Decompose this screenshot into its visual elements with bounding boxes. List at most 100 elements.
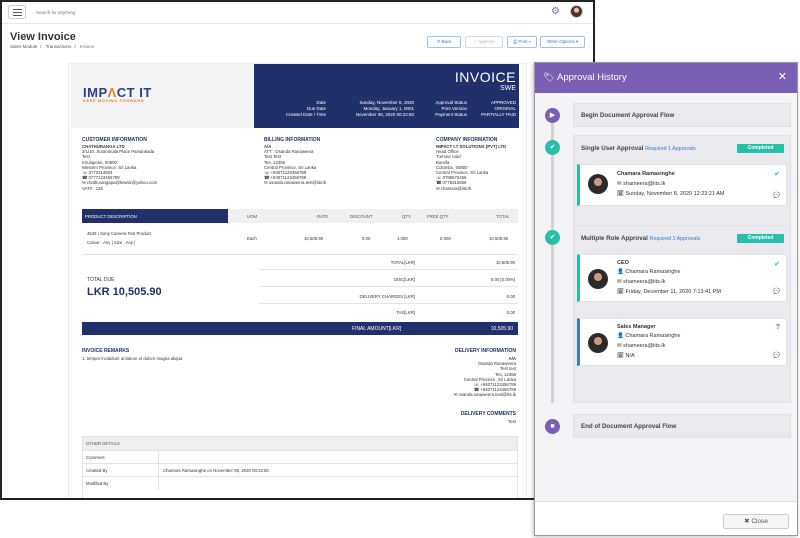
- invoice-remarks-text: 1. tempor incididunt ut labore et dolore…: [82, 356, 183, 361]
- delivery-comments-text: Test: [508, 419, 516, 424]
- delivery-comments-heading: DELIVERY COMMENTS: [460, 411, 516, 417]
- approver-card: Chamara Ramasinghe ✉ shameera@iits.lk 🗓 …: [577, 164, 787, 206]
- item-rate: 10,505.90: [304, 236, 324, 241]
- divider: [259, 303, 518, 304]
- check-icon: ✔: [545, 140, 560, 155]
- back-button[interactable]: ⟲ Back: [427, 36, 461, 48]
- close-icon[interactable]: ✕: [778, 70, 787, 83]
- final-amount-label: FINAL AMOUNT[LKR]: [352, 326, 402, 332]
- approval-timeline: ▶ Begin Document Approval Flow ✔ Single …: [535, 93, 797, 501]
- logo-tagline: KEEP MOVING FORWARD: [83, 98, 145, 103]
- breadcrumb-item: Invoice: [79, 44, 95, 49]
- header-values: Sunday, November 8, 2020 Monday, January …: [355, 100, 414, 117]
- approver-email: ✉ shameera@iits.lk: [617, 279, 666, 285]
- billing-heading: BILLING INFORMATION: [264, 137, 321, 143]
- approved-check-icon: ✔: [774, 261, 780, 268]
- avatar: [588, 333, 608, 353]
- menu-icon[interactable]: [8, 5, 26, 19]
- approver-role: CEO: [617, 260, 629, 266]
- approver-card: CEO 👤 Chamara Ramasinghe ✉ shameera@iits…: [577, 254, 787, 302]
- status-badge: Completed: [737, 234, 784, 243]
- comment-icon[interactable]: 💬: [773, 288, 780, 295]
- breadcrumb-item[interactable]: Sales Module: [10, 44, 37, 49]
- step-label: End of Document Approval Flow: [581, 423, 677, 430]
- panel-header: 🏷 Approval History ✕: [535, 63, 797, 93]
- col-product-description: PRODUCT DESCRIPTION: [82, 209, 228, 223]
- approver-email: ✉ shameera@iits.lk: [617, 181, 666, 187]
- avatar: [588, 174, 608, 194]
- approver-name: 👤 Chamara Ramasinghe: [617, 333, 681, 339]
- table-row: Created By Chamara Ramasinghe on November…: [83, 463, 517, 477]
- invoice-remarks-heading: INVOICE REMARKS: [82, 348, 130, 354]
- approval-history-panel: 🏷 Approval History ✕ ▶ Begin Document Ap…: [534, 62, 798, 536]
- customer-heading: CUSTOMER INFORMATION: [82, 137, 147, 143]
- approver-card: Sales Manager 👤 Chamara Ramasinghe ✉ sha…: [577, 318, 787, 366]
- item-discount: 0.00: [362, 236, 371, 241]
- col-rate: RATE: [317, 214, 329, 219]
- discount-value: 0.00 [0.00%]: [490, 277, 515, 282]
- divider: [259, 269, 518, 270]
- table-row: Modified By: [83, 476, 517, 490]
- invoice-header-logo-area: IMPΛCT IT KEEP MOVING FORWARD: [71, 64, 254, 128]
- invoice-app-window: Search for anything ⚙ View Invoice Sales…: [0, 0, 595, 500]
- approver-name: Chamara Ramasinghe: [617, 171, 675, 177]
- breadcrumb: Sales Module / Transactions / Invoice: [10, 44, 95, 49]
- delivery-info: A/A Osanda Ranaweera Test test Tes, 12356…: [453, 356, 516, 398]
- final-amount-bar: FINAL AMOUNT[LKR] 10,505.90: [82, 322, 518, 335]
- company-info: IMPACT I.T SOLUTIONS (PVT) LTD Head Offi…: [436, 144, 507, 191]
- panel-title: Approval History: [557, 72, 627, 83]
- check-icon: ✔: [545, 230, 560, 245]
- col-discount: DISCOUNT: [350, 214, 373, 219]
- step-end: End of Document Approval Flow: [573, 414, 791, 438]
- comment-icon[interactable]: 💬: [773, 352, 780, 359]
- invoice-header: INVOICE SWE Date Due Date Created Date / T…: [254, 64, 519, 128]
- item-free-qty: 0.000: [440, 236, 451, 241]
- invoice-title: INVOICE: [454, 69, 516, 85]
- final-amount-value: 10,505.90: [490, 326, 513, 332]
- total-due-label: TOTAL DUE: [87, 277, 115, 283]
- divider: [82, 254, 518, 255]
- line-items-header: PRODUCT DESCRIPTION UOM RATE DISCOUNT QT…: [82, 209, 518, 223]
- billing-info: A/A ATT : Osanda Ranaweera Test Test Tes,…: [264, 144, 327, 186]
- status-labels: Approval Status Print Version Payment Stat…: [435, 100, 467, 117]
- breadcrumb-item[interactable]: Transactions: [46, 44, 72, 49]
- other-details: OTHER DETAILS Comment Created By Chamara …: [82, 436, 518, 498]
- top-bar: Search for anything ⚙: [2, 2, 593, 24]
- total-label: TOTAL[LKR]: [390, 260, 415, 265]
- page-title: View Invoice: [10, 31, 76, 43]
- approve-button[interactable]: ✓ Approve: [465, 36, 503, 48]
- discount-label: DISC[LKR]: [393, 277, 415, 282]
- item-description: 4545 | Sony Camera Test Product: [87, 231, 152, 236]
- step-label: Single User Approval Required 1 Approval…: [581, 145, 696, 152]
- close-button[interactable]: ✖ Close: [723, 514, 789, 529]
- tax-value: 0.00: [506, 310, 515, 315]
- table-row: Comment: [83, 450, 517, 464]
- delivery-charges-value: 0.00: [506, 294, 515, 299]
- approved-check-icon: ✔: [774, 171, 780, 178]
- step-label: Multiple Role Approval Required 1 Approv…: [581, 235, 701, 242]
- total-value: 10,505.90: [495, 260, 515, 265]
- item-attributes: Colour : Any | Size : Any |: [87, 240, 136, 245]
- step-label: Begin Document Approval Flow: [581, 112, 675, 119]
- gear-icon[interactable]: ⚙: [550, 6, 561, 17]
- item-uom: Each: [247, 236, 257, 241]
- delivery-charges-label: DELIVERY CHARGES [LKR]: [359, 294, 415, 299]
- print-button[interactable]: ⎙ Print ▾: [507, 36, 537, 48]
- step-multiple-role: Multiple Role Approval Required 1 Approv…: [573, 225, 791, 403]
- approval-date: 🗓 Friday, December 11, 2020 7:13:41 PM: [617, 289, 722, 295]
- customer-info: CHATHURANGA LTD 3/1/10, Suranimala Place…: [82, 144, 158, 191]
- play-icon: ▶: [545, 108, 560, 123]
- other-details-heading: OTHER DETAILS: [83, 437, 517, 450]
- company-heading: COMPANY INFORMATION: [436, 137, 498, 143]
- divider: [259, 286, 518, 287]
- item-total: 10,505.90: [489, 236, 509, 241]
- stop-icon: ■: [545, 419, 560, 434]
- timeline-line: [551, 119, 554, 403]
- search-input[interactable]: Search for anything: [36, 10, 75, 15]
- approver-role: Sales Manager: [617, 324, 656, 330]
- user-avatar[interactable]: [570, 5, 583, 18]
- comment-icon[interactable]: 💬: [773, 192, 780, 199]
- other-options-button[interactable]: Other Options ▾: [540, 36, 585, 48]
- col-total: TOTAL: [496, 214, 510, 219]
- status-badge: Completed: [737, 144, 784, 153]
